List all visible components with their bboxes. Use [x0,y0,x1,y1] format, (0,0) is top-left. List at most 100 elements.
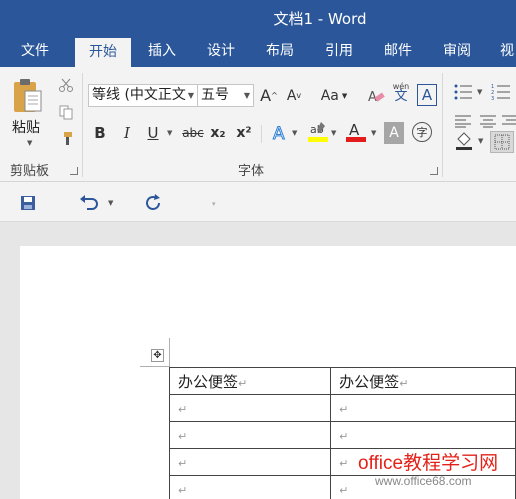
end-of-cell-mark: ↵ [178,403,188,416]
tab-references[interactable]: 引用 [325,36,353,67]
chevron-down-icon: ▼ [341,91,348,100]
table-row: 办公便签↵ 办公便签↵ [168,367,516,395]
phonetic-bottom: 文 [394,89,408,104]
table-cell[interactable]: ↵ [330,421,516,449]
tab-layout[interactable]: 布局 [266,36,294,67]
paste-icon[interactable] [10,75,46,117]
save-icon[interactable] [18,193,38,213]
table-cell[interactable]: ↵ [168,394,332,422]
align-right-icon[interactable] [502,111,516,131]
bullets-icon[interactable] [452,81,474,103]
character-border-label: A [421,86,433,104]
end-of-cell-mark: ↵ [178,484,188,497]
highlight-icon[interactable]: ab [307,120,329,144]
align-left-icon[interactable] [452,111,474,131]
grow-font-icon[interactable]: A ^ [259,84,279,107]
clipboard-launcher-icon[interactable] [70,167,78,175]
svg-text:3: 3 [491,96,494,101]
table-cell[interactable]: 办公便签↵ [168,367,332,395]
undo-icon[interactable] [78,193,100,213]
end-of-cell-mark: ↵ [339,403,349,416]
text-effects-icon[interactable]: A [270,122,290,144]
quick-access-toolbar: ▼ ▾ [0,182,516,222]
redo-icon[interactable] [143,193,165,213]
cut-icon[interactable] [56,75,76,95]
tab-design[interactable]: 设计 [207,36,235,67]
tab-home[interactable]: 开始 [75,38,131,67]
window-title: 文档1 - Word [273,10,367,28]
end-of-cell-mark: ↵ [399,376,409,390]
superscript-button[interactable]: x² [234,122,254,144]
chevron-down-icon[interactable]: ▼ [477,88,482,96]
italic-button[interactable]: I [117,122,137,144]
end-of-cell-mark: ↵ [339,430,349,443]
tab-file[interactable]: 文件 [21,36,49,67]
paste-label[interactable]: 粘贴 [12,117,40,137]
customize-qat-icon[interactable]: ▾ [212,200,216,208]
tab-view[interactable]: 视 [500,36,514,67]
chevron-down-icon: ▼ [187,91,194,100]
character-border-button[interactable]: A [417,84,437,106]
font-launcher-icon[interactable] [430,167,438,175]
chevron-down-icon[interactable]: ▼ [167,129,172,137]
table-move-handle-icon[interactable]: ✥ [151,349,164,362]
subscript-button[interactable]: x₂ [208,122,228,144]
bold-button[interactable]: B [90,122,110,144]
chevron-down-icon[interactable]: ▼ [478,137,483,145]
font-family-combo[interactable]: 等线 (中文正文 ▼ [88,84,198,107]
table-cell[interactable]: ↵ [330,394,516,422]
margin-marker-horizontal [140,366,170,367]
numbering-icon[interactable]: 123 [490,81,512,103]
chevron-down-icon[interactable]: ▼ [108,199,113,207]
cell-text: 办公便签 [339,372,400,391]
margin-marker-vertical [169,338,170,368]
font-size-value: 五号 [201,87,229,103]
title-bar: 文档1 - Word [0,0,516,36]
table-row: ↵ ↵ [168,421,516,449]
tab-review[interactable]: 审阅 [443,36,471,67]
table-cell[interactable]: 办公便签↵ [330,367,516,395]
change-case-button[interactable]: Aa ▼ [317,84,351,107]
copy-icon[interactable] [56,102,76,122]
table-cell[interactable]: ↵ [168,475,332,499]
phonetic-guide-button[interactable]: wén 文 [390,82,412,104]
watermark-url: www.office68.com [375,474,472,488]
group-separator [82,73,83,177]
end-of-cell-mark: ↵ [178,430,188,443]
chevron-down-icon[interactable]: ▼ [292,129,297,137]
paste-dropdown-icon[interactable]: ▼ [27,139,32,147]
font-color-icon[interactable]: A [345,120,367,144]
underline-button[interactable]: U [143,122,163,144]
table-cell[interactable]: ↵ [168,421,332,449]
svg-text:A: A [273,124,285,143]
clear-formatting-icon[interactable]: A [366,84,386,107]
format-painter-icon[interactable] [56,129,76,149]
clipboard-group-label: 剪贴板 [10,164,50,179]
ribbon: 粘贴 ▼ 剪贴板 等线 (中文正文 ▼ 五号 ▼ A ^ Av Aa ▼ A wén… [0,67,516,182]
end-of-cell-mark: ↵ [339,484,349,497]
end-of-cell-mark: ↵ [339,457,349,470]
change-case-label: Aa [320,87,339,104]
divider [261,125,262,143]
font-group-label: 字体 [238,164,265,179]
strikethrough-button[interactable]: abc [180,122,206,144]
chevron-down-icon[interactable]: ▼ [331,129,336,137]
enclose-characters-button[interactable]: 字 [412,122,432,142]
tab-insert[interactable]: 插入 [148,36,176,67]
font-family-value: 等线 (中文正文 [92,87,186,103]
shrink-font-icon[interactable]: Av [284,84,304,107]
tab-mailings[interactable]: 邮件 [384,36,412,67]
cell-text: 办公便签 [178,372,239,391]
group-separator [442,73,443,177]
svg-text:A: A [349,121,360,139]
align-center-icon[interactable] [477,111,499,131]
table-cell[interactable]: ↵ [168,448,332,476]
chevron-down-icon[interactable]: ▼ [371,129,376,137]
character-shading-button[interactable]: A [384,122,404,144]
chevron-down-icon: ▼ [243,91,250,100]
borders-icon[interactable] [490,131,514,153]
shading-icon[interactable] [452,129,478,153]
end-of-cell-mark: ↵ [238,376,248,390]
watermark-text: office教程学习网 [358,453,499,474]
font-size-combo[interactable]: 五号 ▼ [197,84,254,107]
